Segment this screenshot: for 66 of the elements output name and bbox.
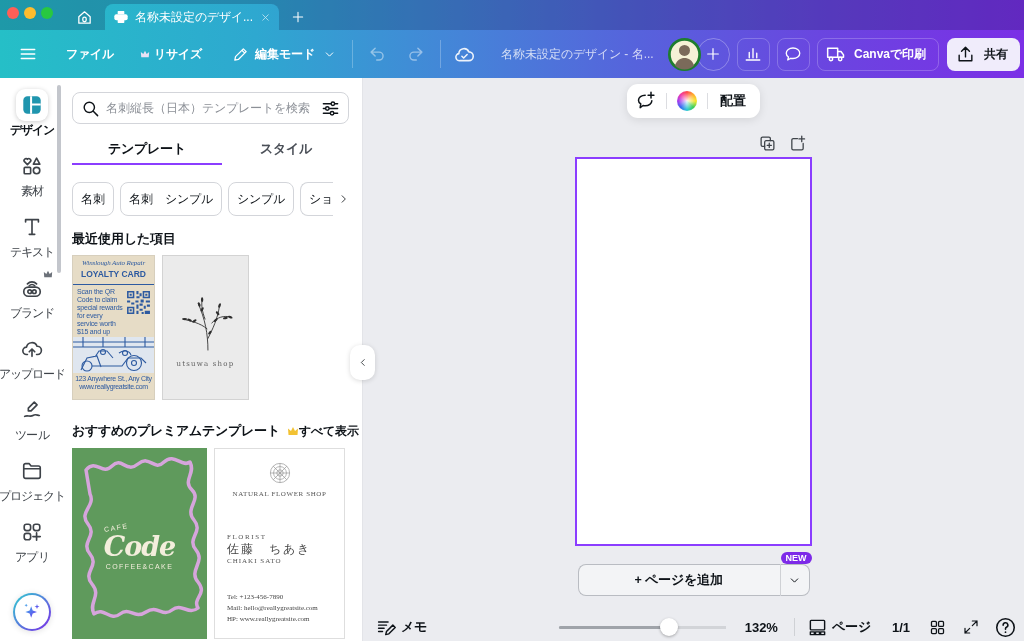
- zoom-slider-thumb[interactable]: [659, 618, 678, 636]
- minimize-window-button[interactable]: [24, 7, 36, 19]
- filter-chip[interactable]: シンプル: [228, 182, 294, 216]
- help-icon[interactable]: [995, 616, 1016, 638]
- plus-icon: [705, 46, 722, 62]
- share-button[interactable]: 共有: [947, 37, 1020, 71]
- print-button[interactable]: Canvaで印刷: [816, 37, 939, 71]
- new-badge: NEW: [780, 552, 812, 564]
- bar-chart-icon: [744, 45, 763, 63]
- crown-icon: [140, 49, 150, 59]
- qr-code-icon: [126, 290, 151, 315]
- comment-add-icon[interactable]: [636, 91, 656, 111]
- rail-item[interactable]: アップロード: [0, 333, 64, 382]
- zoom-reading: 132%: [744, 619, 778, 635]
- rail-item[interactable]: ブランド: [0, 272, 64, 321]
- flower-logo-icon: [268, 462, 291, 484]
- truck-icon: [825, 44, 846, 64]
- design-page[interactable]: [575, 157, 812, 546]
- card-title: LOYALTY CARD: [81, 269, 146, 280]
- speech-bubble-icon: [784, 45, 803, 63]
- home-icon: [75, 8, 93, 26]
- plus-icon[interactable]: [291, 10, 305, 24]
- search-icon: [81, 98, 100, 118]
- page-layout-icon: [807, 617, 827, 637]
- search-input[interactable]: 名刺縦長（日本）テンプレートを検索: [106, 99, 315, 117]
- panel-tab[interactable]: テンプレート: [72, 135, 222, 165]
- rail-item[interactable]: 素材: [0, 150, 64, 199]
- filter-chip[interactable]: ショ: [300, 182, 333, 216]
- pencil-icon: [232, 45, 249, 63]
- share-icon: [956, 44, 975, 64]
- folder-icon: [21, 460, 43, 482]
- position-button[interactable]: 配置: [718, 88, 748, 114]
- insights-button[interactable]: [736, 37, 770, 71]
- section-title: おすすめのプレミアムテンプレート: [72, 422, 280, 440]
- apps-icon: [21, 521, 43, 543]
- scrollbar[interactable]: [57, 85, 61, 273]
- person-name: 佐藤 ちあき: [227, 542, 311, 557]
- comment-button[interactable]: [776, 37, 810, 71]
- avatar[interactable]: [667, 37, 701, 71]
- panel-tab[interactable]: スタイル: [222, 135, 349, 165]
- filter-chip[interactable]: 名刺: [72, 182, 114, 216]
- printer-icon: [113, 9, 129, 25]
- duplicate-page-icon[interactable]: [759, 135, 776, 152]
- crown-icon: [287, 425, 299, 437]
- pages-button[interactable]: ページ: [807, 617, 871, 637]
- rail-item[interactable]: プロジェクト: [0, 455, 64, 504]
- page-count: 1/1: [891, 619, 910, 635]
- search-field[interactable]: 名刺縦長（日本）テンプレートを検索: [72, 92, 349, 124]
- close-icon[interactable]: [260, 11, 271, 23]
- notes-button[interactable]: メモ: [377, 617, 427, 637]
- grid-view-icon[interactable]: [929, 618, 946, 636]
- design-icon: [21, 94, 43, 116]
- shapes-icon: [21, 155, 43, 177]
- rail-item[interactable]: アプリ: [0, 516, 64, 565]
- filter-icon[interactable]: [321, 98, 340, 118]
- filter-chip[interactable]: 名刺 シンプル: [120, 182, 222, 216]
- card-title: Code: [103, 532, 176, 562]
- see-all-link[interactable]: すべて表示: [299, 422, 359, 440]
- magic-button[interactable]: [13, 593, 51, 631]
- rail-item[interactable]: ツール: [0, 394, 64, 443]
- color-wheel-icon[interactable]: [677, 91, 697, 111]
- add-page-button[interactable]: + ページを追加: [577, 564, 781, 596]
- fullscreen-icon[interactable]: [963, 619, 979, 635]
- rail-item[interactable]: テキスト: [0, 211, 64, 260]
- add-page-icon[interactable]: [789, 135, 806, 152]
- section-title: 最近使用した項目: [72, 230, 177, 248]
